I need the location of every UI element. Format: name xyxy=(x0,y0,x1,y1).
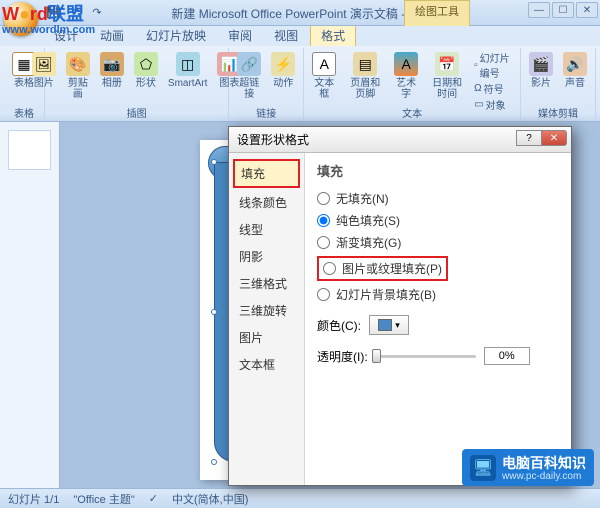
hyperlink-button[interactable]: 🔗超链接 xyxy=(235,50,263,102)
textbox-button[interactable]: A文本框 xyxy=(310,50,338,102)
slide-thumbnail[interactable] xyxy=(8,130,51,170)
status-slide: 幻灯片 1/1 xyxy=(8,491,59,507)
contextual-tab-label: 绘图工具 xyxy=(404,0,470,26)
sidebar-item-picture[interactable]: 图片 xyxy=(233,325,300,350)
slide-panel[interactable] xyxy=(0,122,60,488)
transparency-slider[interactable] xyxy=(376,355,476,358)
color-picker-button[interactable]: ▾ xyxy=(369,315,409,335)
close-button[interactable]: ✕ xyxy=(576,2,598,18)
transparency-label: 透明度(I): xyxy=(317,348,368,365)
radio-slidebg-fill[interactable]: 幻灯片背景填充(B) xyxy=(317,286,559,303)
headerfooter-button[interactable]: ▤页眉和 页脚 xyxy=(344,50,386,102)
datetime-button[interactable]: 📅日期和 时间 xyxy=(426,50,468,102)
sidebar-item-shadow[interactable]: 阴影 xyxy=(233,244,300,269)
dialog-content: 填充 无填充(N) 纯色填充(S) 渐变填充(G) 图片或纹理填充(P) 幻灯片… xyxy=(305,153,571,485)
watermark-wordlm: W●rd联盟 www.wordlm.com xyxy=(2,0,95,36)
tab-format[interactable]: 格式 xyxy=(310,24,356,46)
resize-handle[interactable] xyxy=(211,459,217,465)
status-language[interactable]: 中文(简体,中国) xyxy=(172,491,248,507)
format-shape-dialog: 设置形状格式 ? ✕ 填充 线条颜色 线型 阴影 三维格式 三维旋转 图片 文本… xyxy=(228,126,572,486)
sidebar-item-linecolor[interactable]: 线条颜色 xyxy=(233,190,300,215)
movie-button[interactable]: 🎬影片 xyxy=(527,50,555,91)
ribbon-group-links: 🔗超链接 ⚡动作 链接 xyxy=(229,48,304,121)
dialog-title: 设置形状格式 xyxy=(237,131,309,148)
dialog-sidebar: 填充 线条颜色 线型 阴影 三维格式 三维旋转 图片 文本框 xyxy=(229,153,305,485)
radio-no-fill[interactable]: 无填充(N) xyxy=(317,190,559,207)
clipart-button[interactable]: 🎨剪贴画 xyxy=(64,50,92,102)
status-bar: 幻灯片 1/1 "Office 主题" ✓ 中文(简体,中国) xyxy=(0,488,600,508)
tab-view[interactable]: 视图 xyxy=(264,25,308,46)
symbol-button[interactable]: Ω 符号 xyxy=(474,81,514,96)
tab-slideshow[interactable]: 幻灯片放映 xyxy=(136,25,216,46)
text-extras: ▫ 幻灯片编号 Ω 符号 ▭ 对象 xyxy=(474,50,514,112)
smartart-button[interactable]: ◫SmartArt xyxy=(166,50,209,91)
color-swatch xyxy=(378,319,392,331)
sidebar-item-textbox[interactable]: 文本框 xyxy=(233,352,300,377)
slider-thumb[interactable] xyxy=(372,349,381,363)
sound-button[interactable]: 🔊声音 xyxy=(561,50,589,91)
tab-review[interactable]: 审阅 xyxy=(218,25,262,46)
sidebar-item-3drotation[interactable]: 三维旋转 xyxy=(233,298,300,323)
resize-handle[interactable] xyxy=(211,309,217,315)
ribbon-group-illustrations: 🖼图片 🎨剪贴画 📷相册 ⬠形状 ◫SmartArt 📊图表 插图 xyxy=(45,48,229,121)
dialog-titlebar[interactable]: 设置形状格式 ? ✕ xyxy=(229,127,571,153)
dialog-close-icon[interactable]: ✕ xyxy=(541,130,567,146)
ribbon-group-text: A文本框 ▤页眉和 页脚 A艺术字 📅日期和 时间 ▫ 幻灯片编号 Ω 符号 ▭… xyxy=(304,48,521,121)
dialog-help-button[interactable]: ? xyxy=(516,130,542,146)
sidebar-item-linestyle[interactable]: 线型 xyxy=(233,217,300,242)
pcdaily-icon: 🖥 xyxy=(470,455,496,481)
transparency-spinner[interactable]: 0% xyxy=(484,347,530,365)
watermark-pcdaily: 🖥 电脑百科知识 www.pc-daily.com xyxy=(462,449,594,486)
maximize-button[interactable]: ☐ xyxy=(552,2,574,18)
resize-handle[interactable] xyxy=(211,159,217,165)
radio-picture-fill-highlight: 图片或纹理填充(P) xyxy=(317,256,559,281)
content-heading: 填充 xyxy=(317,161,559,180)
window-controls: — ☐ ✕ xyxy=(528,2,598,18)
ribbon-group-media: 🎬影片 🔊声音 媒体剪辑 xyxy=(521,48,596,121)
status-spellcheck-icon[interactable]: ✓ xyxy=(149,492,158,505)
slidenumber-button[interactable]: ▫ 幻灯片编号 xyxy=(474,50,514,80)
minimize-button[interactable]: — xyxy=(528,2,550,18)
sidebar-item-fill[interactable]: 填充 xyxy=(233,159,300,188)
shapes-button[interactable]: ⬠形状 xyxy=(132,50,160,91)
transparency-row: 透明度(I): 0% xyxy=(317,347,559,365)
window-title: 新建 Microsoft Office PowerPoint 演示文稿 - M.… xyxy=(171,5,428,22)
color-row: 颜色(C): ▾ xyxy=(317,315,559,335)
action-button[interactable]: ⚡动作 xyxy=(269,50,297,91)
color-label: 颜色(C): xyxy=(317,317,361,334)
sidebar-item-3dformat[interactable]: 三维格式 xyxy=(233,271,300,296)
status-theme: "Office 主题" xyxy=(73,491,134,507)
radio-picture-fill[interactable] xyxy=(323,262,336,275)
ribbon: ▦表格 表格 🖼图片 🎨剪贴画 📷相册 ⬠形状 ◫SmartArt 📊图表 插图… xyxy=(0,46,600,122)
tab-animation[interactable]: 动画 xyxy=(90,25,134,46)
picture-button[interactable]: 🖼图片 xyxy=(30,50,58,91)
radio-gradient-fill[interactable]: 渐变填充(G) xyxy=(317,234,559,251)
wordart-button[interactable]: A艺术字 xyxy=(392,50,420,102)
radio-solid-fill[interactable]: 纯色填充(S) xyxy=(317,212,559,229)
album-button[interactable]: 📷相册 xyxy=(98,50,126,91)
